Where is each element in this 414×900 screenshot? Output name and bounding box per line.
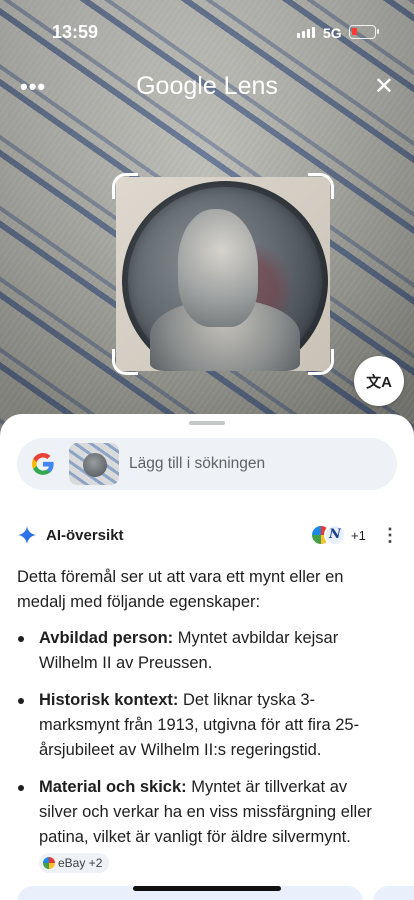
network-label: 5G: [323, 25, 342, 41]
battery-icon: [349, 25, 379, 39]
result-card[interactable]: [373, 886, 414, 900]
selected-image: [116, 177, 330, 371]
close-icon[interactable]: ✕: [374, 72, 394, 101]
crop-handle-top-right[interactable]: [308, 173, 334, 199]
ai-overview-label: AI-översikt: [46, 527, 124, 544]
crop-handle-bottom-right[interactable]: [308, 349, 334, 375]
sparkle-icon: [18, 525, 36, 545]
selection-frame[interactable]: [112, 173, 334, 375]
source-count[interactable]: +1: [351, 528, 366, 543]
translate-button[interactable]: 文A: [354, 356, 404, 406]
ai-overview-list: Avbildad person: Myntet avbildar kejsar …: [17, 626, 387, 887]
more-vertical-icon[interactable]: ⋮: [381, 524, 399, 546]
ai-overview-intro: Detta föremål ser ut att vara ett mynt e…: [17, 568, 344, 611]
list-item: Historisk kontext: Det liknar tyska 3-ma…: [17, 688, 387, 763]
source-wiki-icon: N: [324, 524, 346, 546]
coin-image: [122, 181, 328, 371]
signal-icon: [297, 27, 315, 38]
bullet-title: Historisk kontext:: [39, 691, 179, 709]
search-bar[interactable]: Lägg till i sökningen: [17, 438, 397, 490]
source-chip-label: eBay +2: [58, 855, 103, 870]
home-indicator[interactable]: [133, 886, 281, 891]
status-bar: 13:59 5G: [0, 0, 414, 60]
results-sheet: Lägg till i sökningen AI-översikt N +1 ⋮…: [0, 414, 414, 900]
search-image-thumbnail[interactable]: [69, 443, 119, 485]
crop-handle-top-left[interactable]: [112, 173, 138, 199]
search-input[interactable]: Lägg till i sökningen: [129, 455, 265, 473]
lens-header: ••• Google Lens ✕: [0, 66, 414, 110]
ai-overview-header: AI-översikt N +1 ⋮: [17, 524, 399, 548]
source-chip[interactable]: eBay +2: [39, 852, 110, 873]
page-title: Google Lens: [136, 72, 278, 100]
list-item: Avbildad person: Myntet avbildar kejsar …: [17, 626, 387, 676]
translate-icon: 文A: [366, 373, 392, 391]
source-icons[interactable]: N: [310, 524, 350, 546]
status-time: 13:59: [52, 22, 99, 42]
google-logo-icon: [31, 452, 54, 475]
bullet-title: Material och skick:: [39, 778, 187, 796]
bullet-title: Avbildad person:: [39, 629, 174, 647]
ebay-source-icon: [43, 856, 55, 869]
crop-handle-bottom-left[interactable]: [112, 349, 138, 375]
list-item: Material och skick: Myntet är tillverkat…: [17, 775, 387, 875]
sheet-grabber[interactable]: [189, 421, 225, 425]
